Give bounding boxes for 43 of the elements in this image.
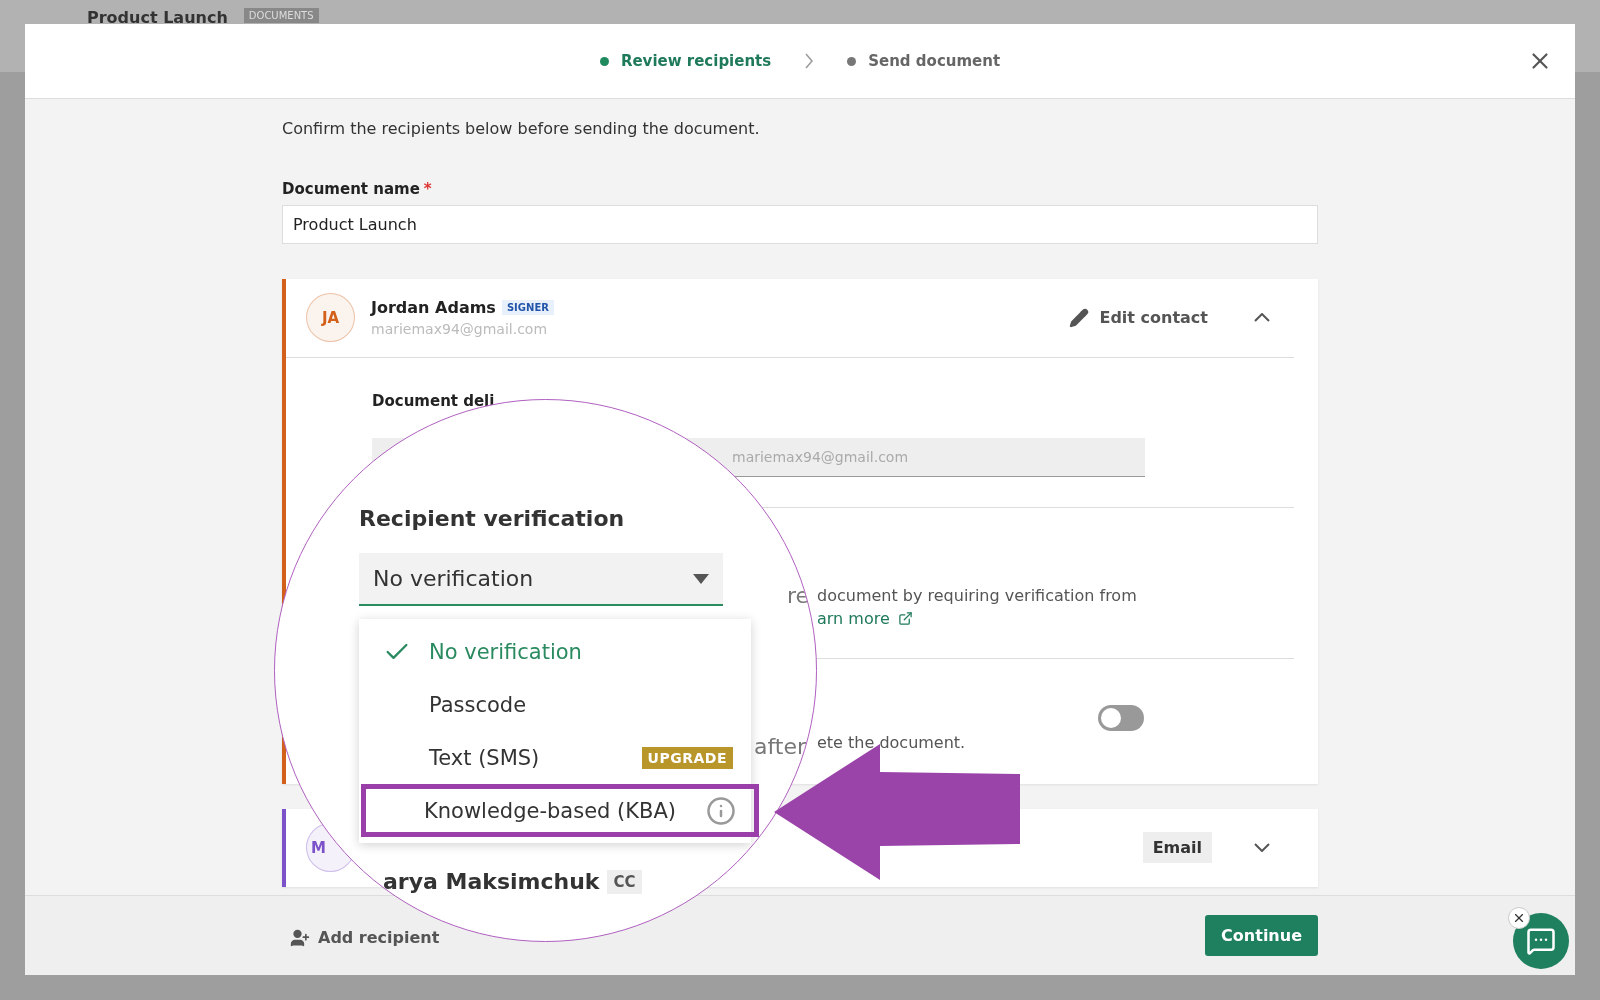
field-label: Document name *: [282, 180, 433, 198]
verification-dropdown[interactable]: No verification: [359, 553, 723, 606]
document-name-field[interactable]: Product Launch: [282, 205, 1318, 244]
category-tag: DOCUMENTS: [243, 8, 319, 23]
description-text: document by requiring verification from: [817, 586, 1138, 605]
expand-button[interactable]: [1254, 843, 1270, 852]
section-title: Document deli: [372, 392, 496, 410]
step-tab[interactable]: Send document: [847, 52, 1001, 70]
recipient-name: arya Maksimchuk: [383, 869, 600, 894]
toggle-switch[interactable]: [1098, 704, 1144, 731]
chevron-down-icon: [1254, 843, 1270, 852]
menu-option[interactable]: Knowledge-based (KBA): [361, 784, 759, 837]
external-link-icon: [897, 611, 913, 626]
chevron-up-icon: [1254, 313, 1270, 322]
recipient-name: Jordan Adams: [371, 298, 496, 317]
chat-icon: [1526, 926, 1556, 956]
collapse-button[interactable]: [1254, 313, 1270, 322]
pencil-icon: [1069, 307, 1090, 328]
edit-contact-button[interactable]: Edit contact: [1069, 307, 1208, 328]
required-mark: *: [423, 180, 432, 198]
role-tag: CC: [607, 869, 642, 894]
menu-option[interactable]: Text (SMS) UPGRADE: [359, 731, 751, 784]
chevron-icon: [805, 53, 814, 69]
recipient-email: mariemax94@gmail.com: [371, 321, 549, 337]
reminder-text: ete the document.: [817, 733, 967, 752]
document-title: Product Launch: [87, 8, 228, 27]
section-title: Recipient verification: [359, 506, 626, 531]
delivery-tag: Email: [1142, 832, 1212, 863]
step-tab[interactable]: Review recipients: [599, 52, 772, 70]
learn-more-link[interactable]: arn more: [817, 609, 1294, 628]
avatar: JA: [306, 293, 355, 342]
continue-button[interactable]: Continue: [1205, 915, 1318, 956]
user-plus-icon: [290, 927, 310, 948]
upgrade-tag: UPGRADE: [641, 746, 733, 769]
caret-icon: [693, 573, 709, 584]
menu-option[interactable]: No verification: [359, 625, 751, 678]
menu-option[interactable]: Passcode: [359, 678, 751, 731]
info-icon: [706, 795, 736, 826]
text-fragment: after: [754, 734, 807, 759]
close-icon: [1512, 911, 1526, 925]
intro-text: Confirm the recipients below before sending the document.: [282, 119, 761, 138]
add-recipient-button[interactable]: Add recipient: [290, 927, 440, 948]
role-tag: SIGNER: [501, 300, 554, 315]
